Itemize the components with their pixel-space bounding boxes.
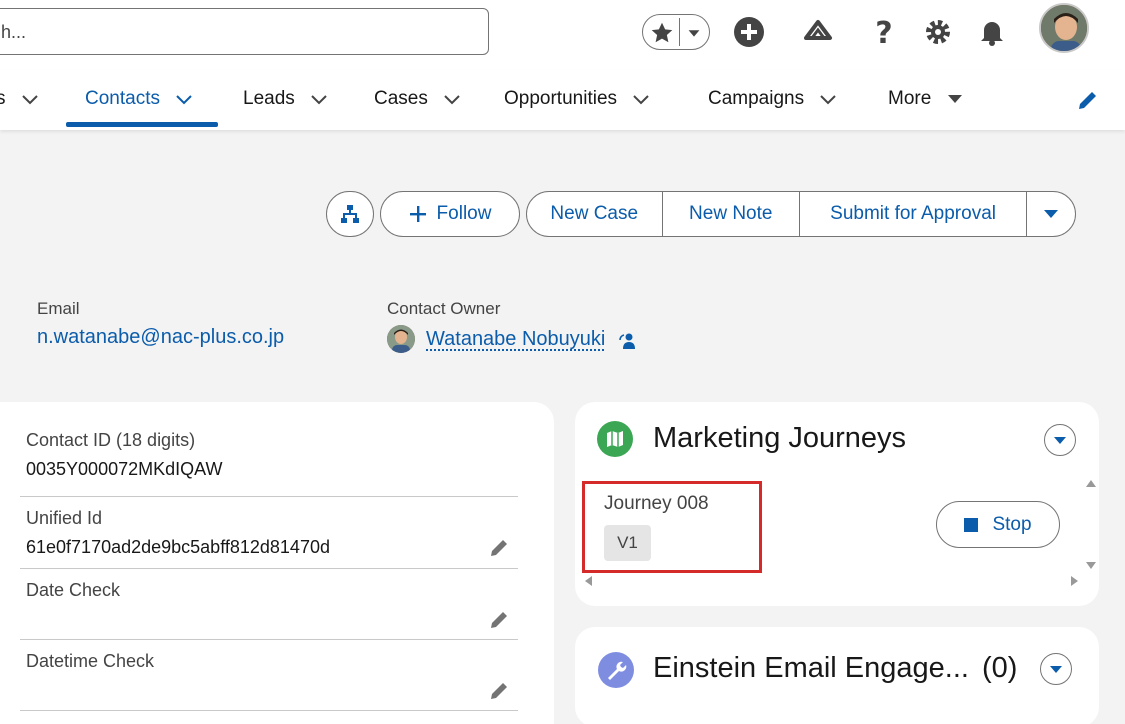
nav-item-label: More <box>888 88 932 109</box>
nav-item-label: Cases <box>374 88 428 109</box>
einstein-title: Einstein Email Engage... <box>653 652 969 684</box>
chevron-down-icon[interactable] <box>685 24 703 42</box>
trailhead-icon <box>804 20 832 40</box>
field-date-check: Date Check <box>26 580 518 609</box>
field-label: Unified Id <box>26 508 103 528</box>
chevron-down-icon[interactable] <box>818 89 838 109</box>
card-menu-button[interactable] <box>1040 653 1072 685</box>
star-icon[interactable] <box>649 20 675 46</box>
field-datetime-check: Datetime Check <box>26 651 518 680</box>
chevron-down-icon[interactable] <box>174 89 194 109</box>
field-label: Contact ID (18 digits) <box>26 430 196 450</box>
new-note-button[interactable]: New Note <box>663 192 800 236</box>
journey-icon <box>597 421 633 457</box>
gear-icon <box>926 20 950 44</box>
nav-active-indicator <box>66 122 218 127</box>
nav-item-more[interactable]: More <box>888 70 965 128</box>
wrench-icon <box>598 652 634 688</box>
chevron-down-icon[interactable] <box>20 89 40 109</box>
owner-label: Contact Owner <box>387 299 501 318</box>
user-avatar[interactable] <box>1039 3 1089 53</box>
help-button[interactable]: ? <box>866 14 902 50</box>
search-input[interactable]: h... <box>0 8 489 55</box>
hierarchy-button[interactable] <box>326 191 374 237</box>
edit-nav-icon[interactable] <box>1076 88 1100 112</box>
navigation-bar: s Contacts Leads Cases Opportunities Cam… <box>0 70 1125 130</box>
global-actions-button[interactable] <box>731 14 767 50</box>
field-divider <box>20 710 518 711</box>
email-link[interactable]: n.watanabe@nac-plus.co.jp <box>37 326 284 349</box>
favorites-button[interactable] <box>642 14 710 50</box>
marketing-journeys-title: Marketing Journeys <box>653 422 907 454</box>
record-actions-group: New Case New Note Submit for Approval <box>526 191 1076 237</box>
nav-item-previous[interactable]: s <box>0 70 40 128</box>
edit-pencil-icon[interactable] <box>489 608 511 630</box>
caret-down-icon <box>1050 666 1062 673</box>
highlight-box <box>582 481 762 573</box>
field-value: 0035Y000072MKdIQAW <box>26 459 223 479</box>
scroll-right-icon[interactable] <box>1070 575 1080 587</box>
edit-pencil-icon[interactable] <box>489 536 511 558</box>
field-unified-id: Unified Id 61e0f7170ad2de9bc5abff812d814… <box>26 508 518 558</box>
einstein-count: (0) <box>982 652 1018 684</box>
field-label: Date Check <box>26 580 121 600</box>
nav-item-cases[interactable]: Cases <box>374 70 462 128</box>
help-icon: ? <box>875 16 892 48</box>
svg-text:?: ? <box>875 16 892 48</box>
search-placeholder: h... <box>1 22 27 42</box>
owner-photo <box>387 325 415 353</box>
nav-item-label: Leads <box>243 88 295 109</box>
field-contact-id: Contact ID (18 digits) 0035Y000072MKdIQA… <box>26 430 518 480</box>
field-value: 61e0f7170ad2de9bc5abff812d81470d <box>26 537 330 557</box>
email-label: Email <box>37 299 80 318</box>
add-icon <box>409 206 426 222</box>
new-case-label: New Case <box>550 203 639 224</box>
user-photo <box>1041 5 1087 51</box>
field-divider <box>20 568 518 569</box>
caret-down-icon <box>948 95 963 103</box>
favorites-divider <box>679 18 680 46</box>
scroll-down-icon[interactable] <box>1085 561 1097 571</box>
edit-pencil-icon[interactable] <box>489 679 511 701</box>
chevron-down-icon[interactable] <box>631 89 651 109</box>
submit-approval-button[interactable]: Submit for Approval <box>800 192 1028 236</box>
nav-item-label: s <box>0 88 6 109</box>
add-icon <box>734 17 764 47</box>
stop-journey-button[interactable]: Stop <box>936 501 1060 548</box>
nav-item-label: Contacts <box>85 88 160 109</box>
stop-label: Stop <box>992 513 1032 535</box>
nav-item-label: Opportunities <box>504 88 618 109</box>
new-case-button[interactable]: New Case <box>527 192 663 236</box>
notifications-button[interactable] <box>974 14 1010 50</box>
field-divider <box>20 496 518 497</box>
bell-icon <box>981 22 1003 46</box>
submit-approval-label: Submit for Approval <box>830 203 996 224</box>
nav-item-campaigns[interactable]: Campaigns <box>708 70 838 128</box>
follow-label: Follow <box>436 203 492 224</box>
chevron-down-icon[interactable] <box>309 89 329 109</box>
global-header: h... ? <box>0 0 1125 70</box>
caret-down-icon <box>1054 437 1066 444</box>
setup-button[interactable] <box>920 14 956 50</box>
owner-link[interactable]: Watanabe Nobuyuki <box>426 328 605 351</box>
caret-down-icon <box>1044 210 1059 218</box>
scroll-up-icon[interactable] <box>1085 478 1097 488</box>
stop-icon <box>964 517 979 532</box>
chevron-down-icon[interactable] <box>442 89 462 109</box>
follow-button[interactable]: Follow <box>380 191 520 237</box>
owner-avatar <box>387 325 415 353</box>
nav-item-opportunities[interactable]: Opportunities <box>504 70 651 128</box>
change-owner-icon[interactable] <box>618 331 638 351</box>
hierarchy-icon <box>341 205 359 223</box>
card-menu-button[interactable] <box>1044 424 1076 456</box>
field-label: Datetime Check <box>26 651 155 671</box>
field-divider <box>20 639 518 640</box>
more-actions-button[interactable] <box>1027 192 1075 236</box>
new-note-label: New Note <box>689 203 773 224</box>
trailhead-button[interactable] <box>800 14 836 50</box>
nav-item-leads[interactable]: Leads <box>243 70 329 128</box>
scroll-left-icon[interactable] <box>583 575 593 587</box>
nav-item-label: Campaigns <box>708 88 805 109</box>
nav-item-contacts[interactable]: Contacts <box>85 70 194 128</box>
